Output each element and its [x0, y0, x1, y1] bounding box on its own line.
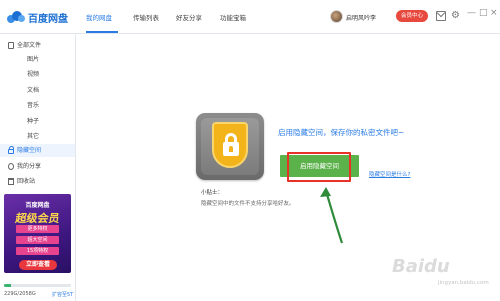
trash-icon	[8, 178, 14, 185]
tab-my-disk[interactable]: 我的网盘	[86, 12, 112, 22]
tab-feature-box[interactable]: 功能宝箱	[220, 12, 246, 22]
share-icon	[8, 163, 14, 170]
keyhole	[229, 146, 233, 152]
sidebar-item-other[interactable]: 其它	[0, 130, 75, 143]
gear-icon[interactable]: ⚙	[451, 11, 461, 21]
top-bar: 百度网盘 我的网盘 传输列表 好友分享 功能宝箱 启明风吟李 会员中心 ⚙ — …	[0, 0, 500, 34]
sidebar-item-label: 回收站	[17, 178, 36, 185]
tab-transfer-list[interactable]: 传输列表	[133, 12, 159, 22]
sidebar-item-label: 种子	[27, 118, 40, 125]
super-vip-promo-banner[interactable]: 百度网盘 超级会员 更多特权 超大空间 15项特权 立即查看	[4, 194, 71, 273]
storage-usage-text: 229G/2058G	[4, 291, 36, 297]
sidebar-item-label: 音乐	[27, 102, 40, 109]
what-is-hidden-space-link[interactable]: 隐藏空间是什么?	[369, 170, 410, 178]
promo-line: 超大空间	[16, 236, 59, 244]
watermark-subtext: jingyan.baidu.com	[438, 280, 489, 286]
baidu-cloud-icon	[7, 11, 25, 23]
sidebar-item-label: 隐藏空间	[17, 147, 42, 154]
sidebar-item-images[interactable]: 图片	[0, 53, 75, 66]
sidebar-item-label: 文档	[27, 87, 40, 94]
sidebar-item-documents[interactable]: 文档	[0, 84, 75, 97]
sidebar-item-recycle-bin[interactable]: 回收站	[0, 175, 75, 188]
sidebar-item-hidden-space[interactable]: 隐藏空间	[0, 144, 75, 157]
logo[interactable]: 百度网盘	[7, 9, 77, 25]
sidebar-item-label: 视频	[27, 71, 40, 78]
promo-brand: 百度网盘	[25, 202, 50, 209]
sidebar-item-torrents[interactable]: 种子	[0, 115, 75, 128]
username[interactable]: 启明风吟李	[346, 13, 376, 22]
annotation-arrow	[320, 187, 344, 244]
shield-icon	[212, 122, 248, 168]
watermark-text: Baidu	[392, 256, 450, 277]
maximize-button[interactable]: □	[479, 8, 488, 18]
safe-lock-illustration	[196, 113, 264, 180]
sidebar-item-label: 全部文件	[17, 42, 42, 49]
promo-line: 15项特权	[16, 247, 59, 255]
minimize-button[interactable]: —	[467, 8, 476, 18]
sidebar-item-label: 图片	[27, 56, 40, 63]
expand-storage-link[interactable]: 扩容至5T	[52, 291, 73, 298]
vip-center-button[interactable]: 会员中心	[396, 10, 428, 22]
lock-icon	[223, 142, 239, 156]
close-button[interactable]: ×	[490, 8, 498, 18]
mail-icon[interactable]	[436, 11, 446, 21]
avatar[interactable]	[330, 10, 343, 23]
sidebar-item-my-shares[interactable]: 我的分享	[0, 160, 75, 173]
sidebar-item-label: 我的分享	[17, 163, 42, 170]
tab-friend-share[interactable]: 好友分享	[176, 12, 202, 22]
tip-title: 小贴士：	[201, 190, 224, 196]
promo-title: 超级会员	[14, 212, 61, 225]
folder-icon	[8, 42, 14, 49]
lock-icon	[8, 146, 14, 154]
hidden-space-headline: 启用隐藏空间，保存你的私密文件吧~	[278, 128, 405, 137]
promo-view-button[interactable]: 立即查看	[19, 260, 57, 270]
annotation-highlight-box	[287, 152, 351, 182]
sidebar-item-videos[interactable]: 视频	[0, 68, 75, 81]
active-tab-indicator	[86, 31, 118, 33]
tip-text: 隐藏空间中的文件不支持分享哈好友。	[201, 201, 295, 207]
sidebar-item-label: 其它	[27, 133, 40, 140]
safe-face	[201, 118, 259, 175]
promo-line: 更多特权	[16, 225, 59, 233]
storage-usage-fill	[4, 284, 12, 287]
storage-usage-bar	[4, 284, 71, 287]
sidebar-item-music[interactable]: 音乐	[0, 99, 75, 112]
logo-text: 百度网盘	[28, 13, 68, 25]
sidebar-item-all-files[interactable]: 全部文件	[0, 39, 75, 52]
